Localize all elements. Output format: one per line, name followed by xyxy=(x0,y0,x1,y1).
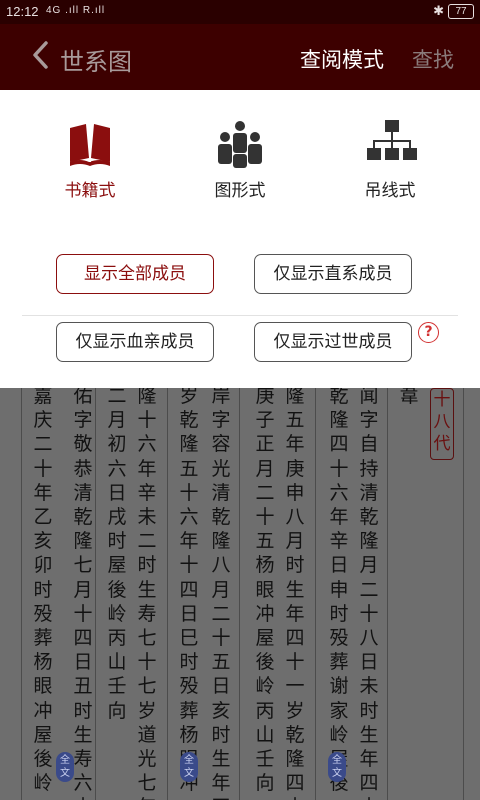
view-mode-panel: 书籍式 图形式 吊线式 显示全部成员 仅显示直系成员 仅显示血亲成员 仅显示过世… xyxy=(0,90,480,388)
option-label: 图形式 xyxy=(214,181,266,201)
divider xyxy=(22,315,458,316)
doc-column: 岁乾隆五十六年十四日巳时殁葬杨眼冲 岸字容光清乾隆八月二十五日亥时生年四 全文 xyxy=(168,385,240,800)
view-mode-button[interactable]: 查阅模式 xyxy=(300,44,384,74)
doc-column: 庚子正月二十五杨眼冲屋後岭丙山壬向 隆五年庚申八月时生年四十一岁乾隆四十 xyxy=(240,385,316,800)
doc-column-text: 佑字敬恭清乾隆七月十四日丑时生寿六十 xyxy=(73,385,93,800)
show-direct-members-button[interactable]: 仅显示直系成员 xyxy=(254,254,412,294)
back-chevron-icon[interactable] xyxy=(30,40,52,70)
status-bar: 12:12 4G .ıll R.ıll ✱ 77 xyxy=(0,0,480,24)
doc-column-text: 岸字容光清乾隆八月二十五日亥时生年四 xyxy=(211,385,231,800)
battery-icon: 77 xyxy=(448,4,474,19)
doc-column xyxy=(0,388,22,800)
option-graphic-style[interactable]: 图形式 xyxy=(190,90,290,201)
nav-bar: 世系图 查阅模式 查找 xyxy=(0,24,480,90)
doc-column: 乾隆四十六年辛日申时殁葬谢家岭屋後 闻字自持清乾隆月二十八日未时生年四十 全文 xyxy=(316,385,388,800)
bluetooth-icon: ✱ xyxy=(433,3,444,18)
option-label: 吊线式 xyxy=(364,181,416,201)
option-label: 书籍式 xyxy=(64,181,116,201)
signal-icon: 4G .ıll R.ıll xyxy=(46,5,106,16)
doc-column-text: 闻字自持清乾隆月二十八日未时生年四十 xyxy=(359,385,379,800)
status-time: 12:12 xyxy=(6,4,39,19)
doc-column-text: 二月初六日戌时屋後岭丙山壬向 xyxy=(107,385,127,722)
full-text-badge[interactable]: 全文 xyxy=(328,752,346,782)
people-group-icon xyxy=(218,121,262,168)
doc-column-text: 庚子正月二十五杨眼冲屋後岭丙山壬向 xyxy=(255,385,275,795)
search-button[interactable]: 查找 xyxy=(412,44,454,74)
show-all-members-button[interactable]: 显示全部成员 xyxy=(56,254,214,294)
full-text-badge[interactable]: 全文 xyxy=(56,752,74,782)
page-title[interactable]: 世系图 xyxy=(60,42,132,77)
full-text-badge[interactable]: 全文 xyxy=(180,752,198,782)
option-book-style[interactable]: 书籍式 xyxy=(40,90,140,201)
option-line-style[interactable]: 吊线式 xyxy=(340,90,440,201)
org-tree-icon xyxy=(367,120,417,160)
doc-column-text: 岁乾隆五十六年十四日巳时殁葬杨眼冲 xyxy=(179,385,199,795)
show-blood-relatives-button[interactable]: 仅显示血亲成员 xyxy=(56,322,214,362)
genealogy-document: 嘉庆二十年乙亥卯时殁葬杨眼冲屋後岭 佑字敬恭清乾隆七月十四日丑时生寿六十 全文 … xyxy=(0,385,480,800)
doc-column: 嘉庆二十年乙亥卯时殁葬杨眼冲屋後岭 佑字敬恭清乾隆七月十四日丑时生寿六十 全文 xyxy=(22,385,96,800)
doc-column-text: 乾隆四十六年辛日申时殁葬谢家岭屋後 xyxy=(329,385,349,795)
help-icon[interactable]: ? xyxy=(418,322,439,343)
doc-column-text: 隆五年庚申八月时生年四十一岁乾隆四十 xyxy=(285,385,305,800)
generation-mark: 十八代 xyxy=(430,388,454,460)
show-deceased-members-button[interactable]: 仅显示过世成员 xyxy=(254,322,412,362)
doc-column-text: 嘉庆二十年乙亥卯时殁葬杨眼冲屋後岭 xyxy=(33,385,53,795)
book-icon xyxy=(70,124,110,166)
doc-column: 二月初六日戌时屋後岭丙山壬向 隆十六年辛未二时生寿七十七岁道光七年 xyxy=(96,385,168,800)
doc-column-text: 隆十六年辛未二时生寿七十七岁道光七年 xyxy=(137,385,157,800)
